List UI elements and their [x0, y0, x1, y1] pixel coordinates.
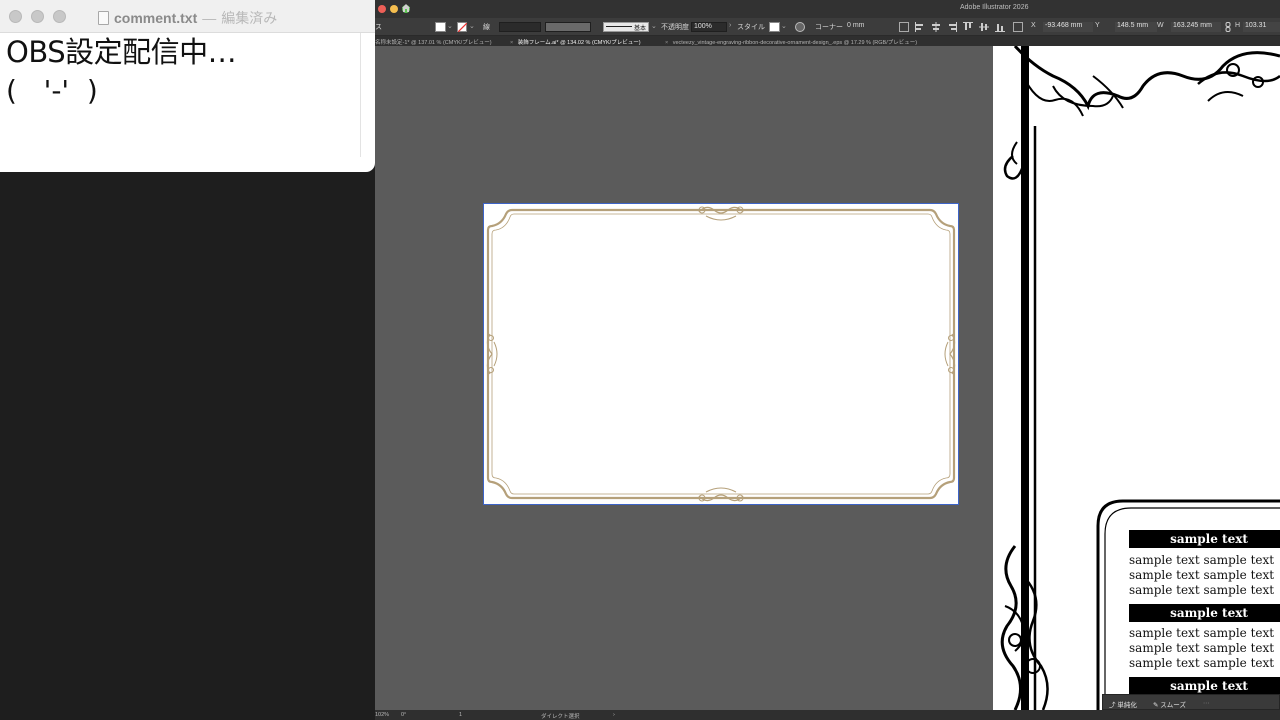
x-label: X	[1031, 22, 1036, 29]
textedit-title: comment.txt — 編集済み	[98, 8, 277, 28]
home-icon[interactable]	[401, 3, 412, 14]
current-tool: ダイレクト選択	[541, 714, 580, 720]
textedit-title-state: 編集済み	[221, 10, 278, 26]
sample-line[interactable]: sample text sample text	[1129, 553, 1280, 568]
smooth-button[interactable]: ✎ スムーズ	[1153, 699, 1186, 709]
w-label: W	[1157, 22, 1164, 29]
sample-heading-2[interactable]: sample text	[1129, 604, 1280, 622]
textedit-filename: comment.txt	[114, 10, 198, 26]
link-proportions-icon[interactable]	[1223, 22, 1233, 32]
artboard[interactable]	[483, 203, 959, 505]
stroke-dropdown-chevron-icon[interactable]: ⌄	[469, 22, 475, 30]
y-field[interactable]: 148.5 mm	[1115, 22, 1157, 32]
illustrator-app: Adobe Illustrator 2026 ス ⌄ ⌄ 線 基本 ⌄ 不透明度…	[375, 0, 1280, 720]
illustrator-titlebar: Adobe Illustrator 2026	[375, 0, 1280, 18]
comment-line-1[interactable]: OBS設定配信中…	[6, 34, 353, 70]
h-label: H	[1235, 22, 1241, 29]
status-arrow-icon[interactable]: ›	[613, 712, 615, 718]
align-to-icon[interactable]	[899, 22, 909, 32]
align-top-icon[interactable]	[963, 22, 973, 32]
textedit-scrollbar[interactable]	[360, 33, 361, 157]
sample-line[interactable]: sample text sample text	[1129, 626, 1280, 641]
document-icon	[98, 11, 109, 25]
graphic-style-swatch[interactable]	[769, 22, 780, 32]
h-field[interactable]: 103.31	[1243, 22, 1280, 32]
align-right-icon[interactable]	[947, 22, 957, 32]
fill-swatch[interactable]	[435, 22, 446, 32]
simplify-button[interactable]: ⤴ 単純化	[1109, 699, 1137, 709]
align-middle-icon[interactable]	[979, 22, 989, 32]
sample-line[interactable]: sample text sample text	[1129, 583, 1280, 598]
more-options-icon[interactable]: ⋯	[1203, 699, 1210, 707]
canvas[interactable]: sample text sample text sample text samp…	[375, 46, 1280, 710]
status-bar: 102% 0° 1 ダイレクト選択 ›	[375, 710, 1280, 720]
fill-dropdown-chevron-icon[interactable]: ⌄	[447, 22, 453, 30]
ai-close-button[interactable]	[378, 5, 386, 13]
y-label: Y	[1095, 22, 1100, 29]
corner-label: コーナー	[815, 24, 843, 31]
sample-heading-3[interactable]: sample text	[1129, 677, 1280, 695]
style-label: スタイル	[737, 24, 765, 31]
document-tabs: 名称未設定-1* @ 137.01 % (CMYK/プレビュー) × 装飾フレー…	[375, 36, 1280, 46]
comment-line-2[interactable]: ( '-' )	[6, 70, 353, 112]
ai-minimize-button[interactable]	[390, 5, 398, 13]
stroke-profile-label: 基本	[633, 26, 646, 32]
sample-line[interactable]: sample text sample text	[1129, 656, 1280, 671]
sample-line[interactable]: sample text sample text	[1129, 641, 1280, 656]
app-title: Adobe Illustrator 2026	[960, 4, 1029, 11]
control-bar: ス ⌄ ⌄ 線 基本 ⌄ 不透明度 100% › スタイル ⌄ コーナー 0 m…	[375, 18, 1280, 36]
tab-vecteezy[interactable]: × vecteezy_vintage-engraving-ribbon-deco…	[665, 38, 917, 46]
opacity-arrow-icon[interactable]: ›	[729, 22, 731, 29]
smooth-label: スムーズ	[1160, 702, 1186, 709]
opacity-field[interactable]: 100%	[691, 22, 727, 32]
textedit-window: comment.txt — 編集済み OBS設定配信中… ( '-' )	[0, 0, 375, 172]
style-dropdown-chevron-icon[interactable]: ⌄	[781, 22, 787, 30]
profile-dropdown-chevron-icon[interactable]: ⌄	[651, 22, 657, 30]
align-bottom-icon[interactable]	[995, 22, 1005, 32]
close-window-button[interactable]	[9, 10, 22, 23]
opacity-label[interactable]: 不透明度	[661, 22, 689, 32]
stroke-weight-field[interactable]	[499, 22, 541, 32]
align-center-icon[interactable]	[931, 22, 941, 32]
w-field[interactable]: 163.245 mm	[1171, 22, 1221, 32]
stroke-profile-select[interactable]: 基本	[603, 22, 649, 32]
stroke-none-swatch[interactable]	[457, 22, 468, 33]
stroke-label: 線	[483, 24, 490, 31]
vintage-ornament-document[interactable]: sample text sample text sample text samp…	[993, 46, 1280, 710]
transform-icon[interactable]	[1013, 22, 1023, 32]
textedit-titlebar[interactable]: comment.txt — 編集済み	[0, 0, 375, 33]
ornamental-frame[interactable]	[484, 204, 958, 504]
align-left-icon[interactable]	[915, 22, 925, 32]
curve-icon: ⤴	[1109, 702, 1116, 709]
corner-field[interactable]: 0 mm	[847, 22, 865, 29]
x-field[interactable]: -93.468 mm	[1043, 22, 1093, 32]
tab-untitled-1[interactable]: 名称未設定-1* @ 137.01 % (CMYK/プレビュー)	[375, 38, 492, 46]
variable-width-field[interactable]	[545, 22, 591, 32]
pencil-icon: ✎	[1153, 702, 1159, 709]
zoom-window-button[interactable]	[53, 10, 66, 23]
panel-label: ス	[375, 24, 382, 31]
simplify-label: 単純化	[1117, 702, 1137, 709]
sample-heading-1[interactable]: sample text	[1129, 530, 1280, 548]
textedit-title-separator: —	[202, 10, 217, 26]
recolor-icon[interactable]	[795, 22, 805, 32]
tab-frame[interactable]: × 装飾フレーム.ai* @ 134.02 % (CMYK/プレビュー)	[510, 38, 641, 46]
zoom-level[interactable]: 102%	[375, 712, 389, 718]
minimize-window-button[interactable]	[31, 10, 44, 23]
contextual-task-bar: ⤴ 単純化 ✎ スムーズ ⋯	[1102, 694, 1280, 710]
textedit-document[interactable]: OBS設定配信中… ( '-' )	[0, 33, 375, 157]
sample-line[interactable]: sample text sample text	[1129, 568, 1280, 583]
rotation-angle[interactable]: 0°	[401, 712, 406, 718]
artboard-number[interactable]: 1	[459, 712, 462, 718]
